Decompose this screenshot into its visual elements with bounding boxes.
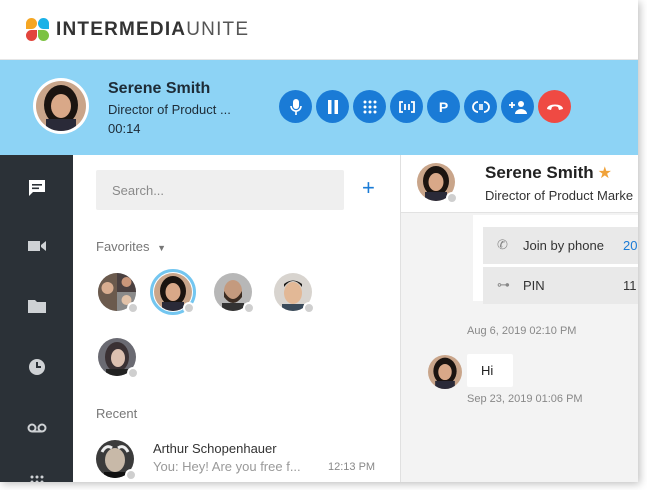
pause-icon — [327, 99, 338, 114]
call-timer: 00:14 — [108, 121, 141, 136]
message-timestamp: Aug 6, 2019 02:10 PM — [467, 325, 577, 337]
transfer-button[interactable] — [390, 90, 423, 123]
park-label: P — [438, 98, 449, 115]
recent-item[interactable]: Arthur Schopenhauer You: Hey! Are you fr… — [73, 435, 400, 482]
rail-files[interactable] — [26, 295, 48, 317]
presence-indicator — [183, 302, 195, 314]
clock-icon — [29, 359, 45, 375]
chat-icon — [29, 180, 45, 196]
add-contact-button[interactable]: + — [362, 175, 375, 201]
presence-indicator — [303, 302, 315, 314]
add-participant-button[interactable] — [501, 90, 534, 123]
recent-contact-name: Arthur Schopenhauer — [153, 441, 277, 456]
caller-title: Director of Product ... — [108, 102, 231, 117]
rail-voicemail[interactable] — [26, 417, 48, 439]
conversation-panel: Serene Smith ★ Director of Product Marke … — [400, 155, 638, 482]
transfer-icon — [398, 100, 415, 113]
microphone-icon — [289, 98, 302, 115]
recent-message-time: 12:13 PM — [328, 461, 376, 473]
call-controls: P — [279, 90, 571, 123]
phone-icon: ✆ — [497, 237, 508, 252]
rail-dialpad[interactable] — [26, 471, 48, 482]
favorite-avatar-serene[interactable] — [154, 273, 195, 314]
favorite-avatar-man[interactable] — [274, 273, 315, 314]
recent-label: Recent — [96, 406, 138, 421]
conversation-header: Serene Smith ★ Director of Product Marke — [401, 155, 638, 213]
rail-history[interactable] — [26, 356, 48, 378]
presence-indicator — [127, 302, 139, 314]
navigation-rail — [0, 155, 73, 482]
recent-message-preview: You: Hey! Are you free f... — [153, 459, 301, 474]
conversation-name: Serene Smith ★ — [485, 163, 612, 182]
dialpad-icon — [30, 475, 44, 482]
key-icon: ⊶ — [497, 277, 510, 292]
presence-indicator — [127, 367, 139, 379]
favorites-header[interactable]: Favorites ▼ — [96, 239, 166, 254]
join-by-phone-row[interactable]: ✆ Join by phone 20 — [483, 227, 638, 264]
message-bubble: Hi — [467, 354, 513, 387]
hold-button[interactable] — [316, 90, 349, 123]
caller-avatar — [33, 78, 89, 134]
hangup-icon — [546, 104, 563, 110]
chevron-down-icon: ▼ — [157, 243, 167, 253]
rail-chat[interactable] — [26, 177, 48, 199]
favorite-star-icon[interactable]: ★ — [598, 165, 612, 182]
presence-indicator — [243, 302, 255, 314]
mute-button[interactable] — [279, 90, 312, 123]
hangup-button[interactable] — [538, 90, 571, 123]
merge-button[interactable] — [464, 90, 497, 123]
message-avatar — [428, 355, 462, 389]
add-person-icon — [508, 100, 527, 114]
app-window: INTERMEDIAUNITE Serene Smith Director of… — [0, 0, 638, 482]
park-button[interactable]: P — [427, 90, 460, 123]
search-input[interactable] — [96, 170, 344, 210]
contacts-panel: + Favorites ▼ — [73, 155, 400, 482]
conversation-title: Director of Product Marke — [485, 188, 634, 203]
meeting-info-card: ✆ Join by phone 20 ⊶ PIN 11 — [473, 215, 638, 304]
caller-name: Serene Smith — [108, 80, 211, 97]
folder-icon — [28, 300, 46, 313]
conversation-avatar — [417, 163, 458, 204]
active-call-bar: Serene Smith Director of Product ... 00:… — [0, 60, 638, 155]
keypad-button[interactable] — [353, 90, 386, 123]
message-timestamp: Sep 23, 2019 01:06 PM — [467, 393, 583, 405]
presence-indicator — [446, 192, 458, 204]
rail-video[interactable] — [26, 235, 48, 257]
brand-name: INTERMEDIAUNITE — [56, 18, 250, 40]
favorite-avatar-bearded[interactable] — [214, 273, 255, 314]
dialpad-icon — [363, 100, 376, 113]
pin-row[interactable]: ⊶ PIN 11 — [483, 267, 638, 304]
favorite-avatar-woman[interactable] — [98, 338, 139, 379]
favorite-group-avatar[interactable] — [98, 273, 139, 314]
favorites-label: Favorites — [96, 239, 150, 254]
voicemail-icon — [27, 423, 47, 433]
presence-indicator — [125, 469, 137, 481]
brand-bar: INTERMEDIAUNITE — [0, 0, 638, 60]
intermedia-logo-icon — [26, 17, 50, 42]
recent-avatar — [96, 440, 137, 481]
video-icon — [28, 241, 46, 251]
merge-icon — [471, 100, 490, 113]
